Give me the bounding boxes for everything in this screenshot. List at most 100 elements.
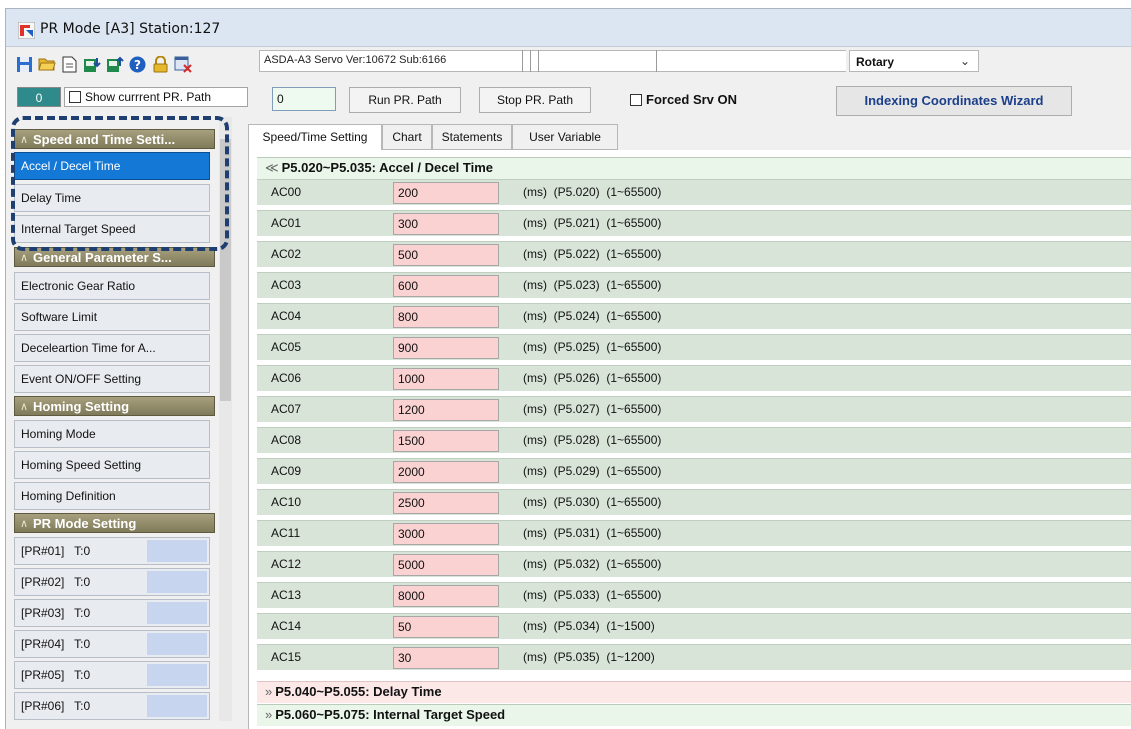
row-value-input[interactable]: 5000 (393, 554, 499, 576)
row-parameter-name: AC14 (271, 619, 302, 633)
forced-srv-checkbox[interactable]: Forced Srv ON (630, 92, 737, 107)
sidebar-item-homing-speed[interactable]: Homing Speed Setting (14, 451, 210, 479)
pr-item-05[interactable]: [PR#05] T:0 (14, 661, 210, 689)
sidebar-item-software-limit[interactable]: Software Limit (14, 303, 210, 331)
pr-item-04[interactable]: [PR#04] T:0 (14, 630, 210, 658)
section-header-speed-time[interactable]: ∧ Speed and Time Setti... (14, 129, 215, 149)
sidebar-item-accel-decel-time[interactable]: Accel / Decel Time (14, 152, 210, 180)
sidebar-item-homing-mode[interactable]: Homing Mode (14, 420, 210, 448)
row-description: (ms) (P5.028) (1~65500) (523, 433, 662, 447)
tab-statements[interactable]: Statements (432, 124, 512, 150)
pr-preview (147, 633, 207, 655)
row-value-input[interactable]: 600 (393, 275, 499, 297)
group-internal-target-speed[interactable]: » P5.060~P5.075: Internal Target Speed (257, 704, 1131, 726)
indexing-wizard-button[interactable]: Indexing Coordinates Wizard (836, 86, 1072, 116)
checkbox-icon[interactable] (69, 91, 81, 103)
row-description: (ms) (P5.026) (1~65500) (523, 371, 662, 385)
sidebar-item-event-on-off[interactable]: Event ON/OFF Setting (14, 365, 210, 393)
row-value-input[interactable]: 1200 (393, 399, 499, 421)
document-icon[interactable] (60, 55, 78, 73)
row-value-input[interactable]: 50 (393, 616, 499, 638)
row-value-input[interactable]: 2500 (393, 492, 499, 514)
tab-chart[interactable]: Chart (382, 124, 432, 150)
table-row: AC11 3000 (ms) (P5.031) (1~65500) (257, 520, 1131, 546)
row-value-input[interactable]: 3000 (393, 523, 499, 545)
chevron-up-icon: ∧ (20, 252, 29, 264)
control-bar: 0 Show currrent PR. Path 0 Run PR. Path … (6, 80, 1131, 118)
tab-speed-time-setting[interactable]: Speed/Time Setting (248, 124, 382, 151)
row-description: (ms) (P5.032) (1~65500) (523, 557, 662, 571)
table-row: AC05 900 (ms) (P5.025) (1~65500) (257, 334, 1131, 360)
row-parameter-name: AC07 (271, 402, 302, 416)
help-icon[interactable]: ? (128, 55, 146, 73)
scrollbar-thumb[interactable] (220, 139, 231, 401)
pr-item-06[interactable]: [PR#06] T:0 (14, 692, 210, 720)
sidebar-item-electronic-gear-ratio[interactable]: Electronic Gear Ratio (14, 272, 210, 300)
download-icon[interactable] (83, 55, 101, 73)
sidebar-item-deceleration-time[interactable]: Deceleartion Time for A... (14, 334, 210, 362)
app-logo-icon (17, 21, 36, 40)
row-value-input[interactable]: 1500 (393, 430, 499, 452)
chevron-collapse-icon: ≪ (265, 160, 279, 175)
section-header-pr-mode[interactable]: ∧ PR Mode Setting (14, 513, 215, 533)
sidebar-scrollbar[interactable] (219, 117, 232, 721)
row-description: (ms) (P5.022) (1~65500) (523, 247, 662, 261)
row-value-input[interactable]: 8000 (393, 585, 499, 607)
tab-user-variable[interactable]: User Variable (512, 124, 618, 150)
row-description: (ms) (P5.023) (1~65500) (523, 278, 662, 292)
pr-item-02[interactable]: [PR#02] T:0 (14, 568, 210, 596)
section-header-general-parameter[interactable]: ∧ General Parameter S... (14, 247, 215, 267)
run-pr-path-button[interactable]: Run PR. Path (349, 87, 461, 113)
row-description: (ms) (P5.025) (1~65500) (523, 340, 662, 354)
status-field (514, 50, 846, 72)
sidebar-item-internal-target-speed[interactable]: Internal Target Speed (14, 215, 210, 243)
path-input[interactable]: 0 (272, 87, 336, 111)
row-value-input[interactable]: 1000 (393, 368, 499, 390)
row-parameter-name: AC10 (271, 495, 302, 509)
status-divider (530, 50, 531, 72)
coordinate-mode-select[interactable]: Rotary ⌄ (849, 50, 979, 72)
table-row: AC15 30 (ms) (P5.035) (1~1200) (257, 644, 1131, 670)
firmware-version: ASDA-A3 Servo Ver:10672 Sub:6166 (259, 50, 515, 72)
upload-icon[interactable] (106, 55, 124, 73)
sidebar-item-delay-time[interactable]: Delay Time (14, 184, 210, 212)
table-row: AC07 1200 (ms) (P5.027) (1~65500) (257, 396, 1131, 422)
row-value-input[interactable]: 900 (393, 337, 499, 359)
status-divider (522, 50, 523, 72)
pr-preview (147, 602, 207, 624)
chevron-up-icon: ∧ (20, 401, 29, 413)
group-accel-decel[interactable]: ≪ P5.020~P5.035: Accel / Decel Time (257, 157, 1131, 179)
table-row: AC00 200 (ms) (P5.020) (1~65500) (257, 179, 1131, 205)
section-header-homing[interactable]: ∧ Homing Setting (14, 396, 215, 416)
row-value-input[interactable]: 300 (393, 213, 499, 235)
open-folder-icon[interactable] (38, 55, 56, 73)
close-window-icon[interactable] (174, 55, 192, 73)
row-value-input[interactable]: 500 (393, 244, 499, 266)
pr-item-03[interactable]: [PR#03] T:0 (14, 599, 210, 627)
row-description: (ms) (P5.020) (1~65500) (523, 185, 662, 199)
chevron-expand-icon: » (265, 707, 273, 722)
show-path-label: Show currrent PR. Path (85, 90, 212, 104)
table-row: AC12 5000 (ms) (P5.032) (1~65500) (257, 551, 1131, 577)
sidebar-item-homing-definition[interactable]: Homing Definition (14, 482, 210, 510)
row-parameter-name: AC12 (271, 557, 302, 571)
table-row: AC10 2500 (ms) (P5.030) (1~65500) (257, 489, 1131, 515)
lock-icon[interactable] (151, 55, 169, 73)
row-value-input[interactable]: 2000 (393, 461, 499, 483)
row-value-input[interactable]: 800 (393, 306, 499, 328)
table-row: AC03 600 (ms) (P5.023) (1~65500) (257, 272, 1131, 298)
pr-preview (147, 571, 207, 593)
save-icon[interactable] (15, 55, 33, 73)
row-description: (ms) (P5.034) (1~1500) (523, 619, 655, 633)
row-value-input[interactable]: 200 (393, 182, 499, 204)
row-description: (ms) (P5.024) (1~65500) (523, 309, 662, 323)
pr-preview (147, 540, 207, 562)
checkbox-icon[interactable] (630, 94, 642, 106)
group-delay-time[interactable]: » P5.040~P5.055: Delay Time (257, 681, 1131, 703)
row-value-input[interactable]: 30 (393, 647, 499, 669)
stop-pr-path-button[interactable]: Stop PR. Path (479, 87, 591, 113)
show-path-checkbox[interactable]: Show currrent PR. Path (64, 87, 248, 107)
pr-item-01[interactable]: [PR#01] T:0 (14, 537, 210, 565)
row-parameter-name: AC02 (271, 247, 302, 261)
table-row: AC08 1500 (ms) (P5.028) (1~65500) (257, 427, 1131, 453)
